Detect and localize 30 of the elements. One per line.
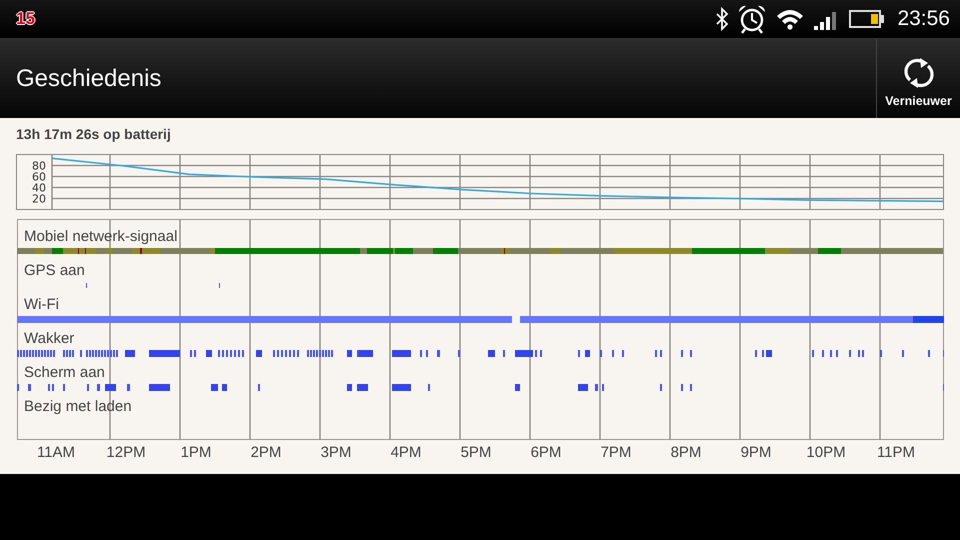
- track-label: Scherm aan: [23, 363, 106, 383]
- time-axis-label: 11PM: [876, 444, 916, 461]
- refresh-icon: [902, 56, 936, 90]
- time-axis-label: 1PM: [180, 444, 212, 461]
- y-tick-label: 80: [32, 160, 46, 172]
- time-axis-label: 11AM: [36, 444, 76, 461]
- track-label: GPS aan: [23, 261, 86, 281]
- wifi-icon: [775, 7, 806, 31]
- track-label: Wakker: [23, 329, 76, 349]
- notification-count: 15: [16, 9, 35, 29]
- time-axis-label: 4PM: [390, 444, 422, 461]
- y-tick-label: 20: [32, 192, 46, 206]
- time-axis-label: 3PM: [320, 444, 352, 461]
- time-axis-label: 7PM: [600, 444, 632, 461]
- time-axis-label: 8PM: [670, 444, 702, 461]
- bluetooth-icon: [715, 7, 730, 31]
- time-axis-label: 6PM: [530, 444, 562, 461]
- time-axis-label: 5PM: [460, 444, 492, 461]
- clock-time: 23:56: [897, 7, 950, 31]
- battery-icon: [849, 9, 886, 29]
- time-axis-label: 10PM: [805, 444, 847, 461]
- time-axis-label: 9PM: [740, 444, 772, 461]
- track-label: Wi-Fi: [23, 295, 60, 315]
- time-axis-label: 12PM: [105, 444, 147, 461]
- alarm-clock-icon: [737, 4, 768, 34]
- y-tick-label: 60: [32, 170, 46, 184]
- battery-duration: 13h 17m 26s op batterij: [16, 126, 172, 144]
- y-tick-label: 40: [32, 182, 46, 194]
- time-axis-label: 2PM: [250, 444, 282, 461]
- screen-title: Geschiedenis: [16, 64, 162, 92]
